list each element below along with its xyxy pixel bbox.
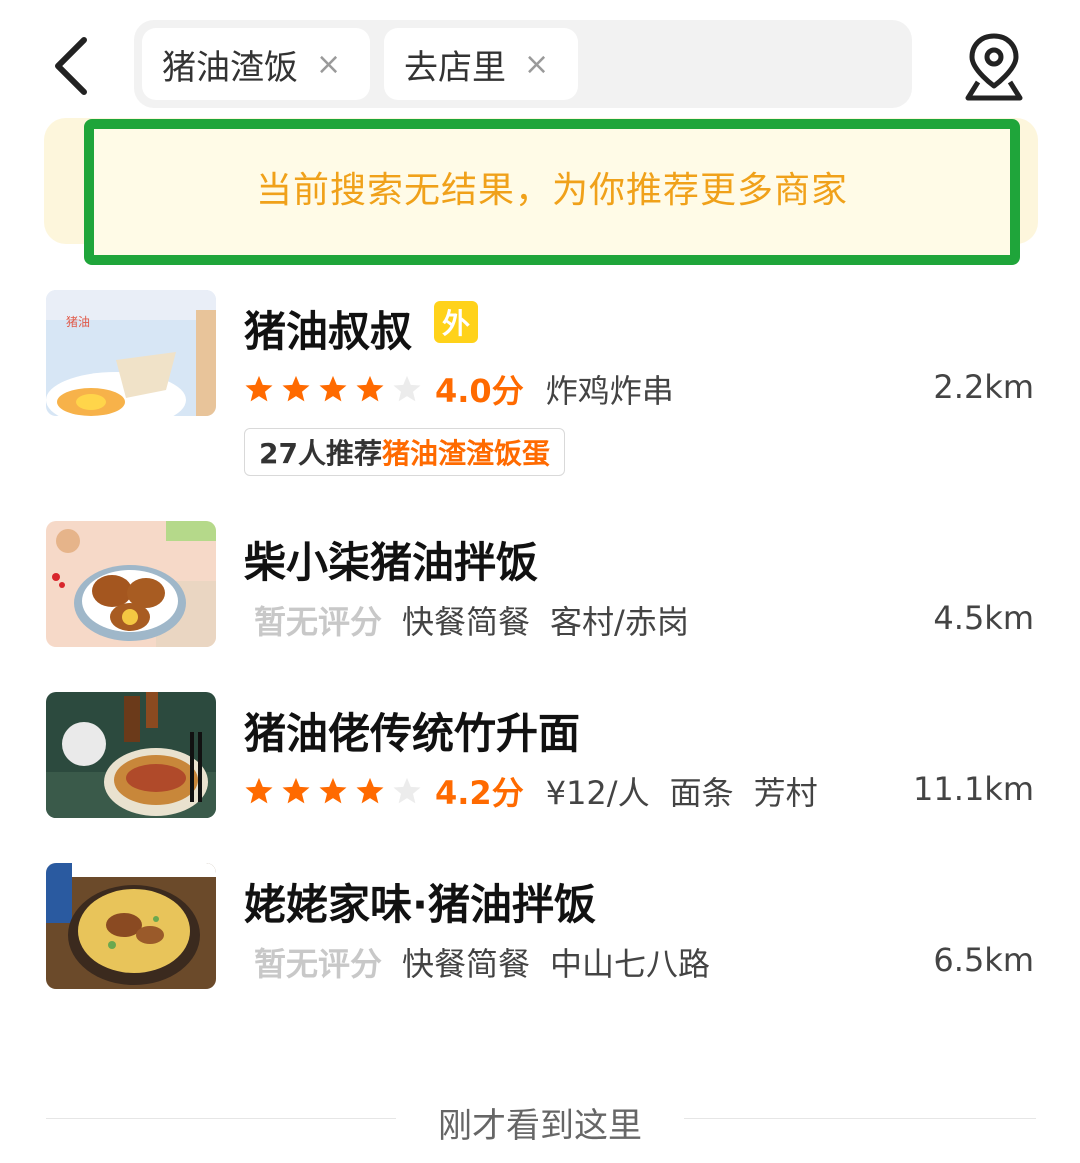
star-icon (245, 375, 273, 402)
star-empty-icon (393, 375, 421, 402)
shop-thumbnail (46, 521, 216, 647)
close-icon[interactable]: × (316, 47, 341, 82)
chevron-left-icon (55, 37, 87, 95)
shop-name: 姥姥家味·猪油拌饭 (244, 880, 596, 929)
category-tag: 面条 (669, 774, 734, 812)
area-tag: 中山七八路 (550, 945, 711, 983)
last-viewed-marker: 刚才看到这里 (438, 1106, 642, 1146)
location-pin-icon (965, 33, 1023, 101)
svg-text:猪油: 猪油 (66, 315, 90, 329)
shop-meta: 暂无评分 快餐简餐 中山七八路 (244, 939, 730, 985)
star-icon (282, 777, 310, 804)
takeout-badge: 外 (434, 301, 478, 343)
divider (46, 1118, 396, 1119)
recommend-count: 27人推荐 (259, 437, 382, 470)
shop-thumbnail (46, 863, 216, 989)
star-icon (356, 777, 384, 804)
distance: 11.1km (913, 770, 1034, 808)
category-tag: 快餐简餐 (402, 945, 531, 983)
recommend-dish: 猪油渣渣饭蛋 (381, 437, 550, 470)
star-icon (245, 777, 273, 804)
star-icon (319, 777, 347, 804)
category-tag: 炸鸡炸串 (545, 372, 674, 410)
rating-stars (244, 374, 429, 404)
divider (684, 1118, 1036, 1119)
shop-meta: 暂无评分 快餐简餐 客村/赤岗 (244, 597, 709, 643)
category-tag: 快餐简餐 (402, 603, 531, 641)
distance: 4.5km (933, 599, 1034, 637)
rating-score: 4.2分 (435, 774, 524, 812)
shop-name: 猪油佬传统竹升面 (244, 709, 581, 758)
no-results-banner: 当前搜索无结果，为你推荐更多商家 (84, 119, 1020, 265)
shop-name: 柴小柒猪油拌饭 (244, 538, 539, 587)
shop-item[interactable]: 猪油佬传统竹升面 4.2分 ¥12/人 面条 芳村 11.1km (0, 690, 1080, 820)
shop-item[interactable]: 姥姥家味·猪油拌饭 暂无评分 快餐简餐 中山七八路 6.5km (0, 861, 1080, 991)
star-icon (356, 375, 384, 402)
star-icon (282, 375, 310, 402)
banner-text: 当前搜索无结果，为你推荐更多商家 (255, 170, 848, 211)
distance: 2.2km (933, 368, 1034, 406)
shop-thumbnail (46, 692, 216, 818)
price-tag: ¥12/人 (545, 774, 650, 812)
area-tag: 芳村 (753, 774, 818, 812)
star-icon (319, 375, 347, 402)
recommend-tag[interactable]: 27人推荐 猪油渣渣饭蛋 (244, 428, 565, 476)
shop-meta: 4.2分 ¥12/人 面条 芳村 (244, 768, 838, 814)
chip-label: 猪油渣饭 (162, 47, 298, 88)
shop-item[interactable]: 猪油 猪油叔叔 外 4.0分 炸鸡炸串 2.2km 27人推荐 猪油渣渣饭蛋 (0, 288, 1080, 478)
rating-score: 4.0分 (435, 372, 524, 410)
no-rating-text: 暂无评分 (254, 945, 383, 983)
close-icon[interactable]: × (524, 47, 549, 82)
area-tag: 客村/赤岗 (550, 603, 689, 641)
search-box[interactable]: 猪油渣饭 × 去店里 × (134, 20, 912, 108)
back-button[interactable] (44, 30, 104, 102)
shop-thumbnail: 猪油 (46, 290, 216, 416)
no-rating-text: 暂无评分 (254, 603, 383, 641)
chip-label: 去店里 (404, 47, 506, 88)
search-chip-keyword[interactable]: 猪油渣饭 × (142, 28, 370, 100)
shop-meta: 4.0分 炸鸡炸串 (244, 366, 694, 412)
search-chip-dine-in[interactable]: 去店里 × (384, 28, 578, 100)
rating-stars (244, 776, 429, 806)
shop-item[interactable]: 柴小柒猪油拌饭 暂无评分 快餐简餐 客村/赤岗 4.5km (0, 519, 1080, 649)
shop-name: 猪油叔叔 (244, 307, 413, 356)
star-empty-icon (393, 777, 421, 804)
map-button[interactable] (956, 30, 1032, 106)
distance: 6.5km (933, 941, 1034, 979)
